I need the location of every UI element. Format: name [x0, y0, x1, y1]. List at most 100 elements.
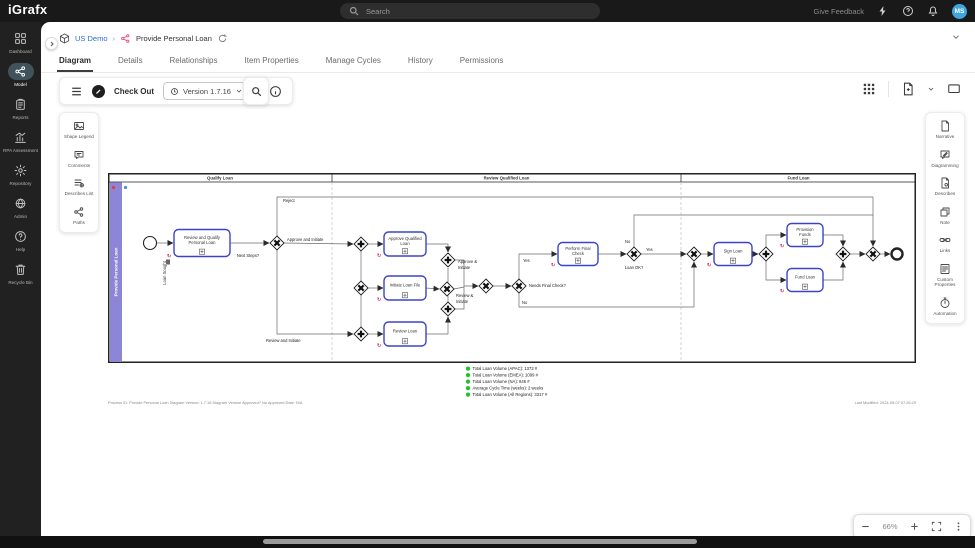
panel-item-shape-legend[interactable]: Shape Legend	[64, 120, 94, 140]
task-indicator-icon: ↻	[377, 253, 381, 259]
breadcrumb-project-link[interactable]: US Demo	[75, 34, 108, 43]
sidebar-item-label: Model	[14, 82, 27, 87]
sidebar-item-dashboard[interactable]: Dashboard	[0, 30, 41, 63]
flow-label: Loan OK?	[625, 265, 644, 270]
help-icon[interactable]	[902, 5, 914, 17]
panel-item-links[interactable]: Links	[939, 234, 951, 254]
zoom-in-button[interactable]	[909, 521, 920, 532]
task-indicator-icon: ↻	[377, 343, 381, 349]
fullscreen-button[interactable]	[931, 521, 942, 532]
give-feedback-link[interactable]: Give Feedback	[814, 7, 864, 16]
panel-item-describes[interactable]: Describes	[935, 177, 955, 197]
panel-item-automation[interactable]: Automation	[933, 297, 957, 317]
flow-label: Next Steps?	[237, 253, 260, 258]
sidebar-item-rpa-assessment[interactable]: RPA Assessment	[0, 129, 41, 162]
panel-item-label: Automation	[933, 310, 957, 316]
user-avatar[interactable]: MS	[952, 3, 967, 19]
reports-icon	[8, 96, 34, 113]
clock-icon	[170, 87, 179, 96]
notifications-bell-icon[interactable]	[927, 5, 939, 17]
end-event[interactable]	[890, 247, 904, 261]
task-label: Initiate Loan File	[390, 283, 421, 288]
legend-dot	[465, 386, 471, 391]
tab-permissions[interactable]: Permissions	[460, 52, 504, 72]
panel-item-label: Describes	[934, 191, 956, 196]
panel-item-label: Describes List	[64, 191, 94, 196]
custom-properties-icon	[939, 263, 951, 275]
diagram-footer-left: Process ID: Provide Personal Loan Diagra…	[108, 400, 303, 405]
legend-entry: Total Loan Volume (APAC): 1372 #	[473, 366, 538, 371]
left-tool-panel: Shape Legend Comments Describes List Paths	[59, 112, 99, 233]
version-history-icon[interactable]	[217, 33, 228, 44]
panel-item-custom-properties[interactable]: Custom Properties	[927, 263, 963, 288]
topbar-actions: Give Feedback MS	[814, 0, 967, 22]
sidebar-item-repository[interactable]: Repository	[0, 162, 41, 195]
start-event[interactable]	[142, 235, 158, 251]
shape-legend-icon	[73, 120, 85, 132]
zoom-out-button[interactable]	[860, 521, 871, 532]
sidebar: Dashboard Model Reports RPA Assessment Repos…	[0, 22, 41, 536]
task-indicator-icon: ↻	[780, 289, 784, 295]
flow-label: Review &	[456, 293, 474, 298]
grid-view-icon[interactable]	[862, 82, 876, 96]
model-icon	[7, 63, 34, 80]
scrollbar-thumb[interactable]	[263, 539, 697, 544]
divider	[888, 81, 889, 97]
sidebar-item-reports[interactable]: Reports	[0, 96, 41, 129]
check-out-button[interactable]: Check Out	[114, 87, 154, 96]
process-diagram-canvas[interactable]: Qualify Loan Review Qualified Loan Fund Lo…	[108, 173, 916, 413]
panel-item-diagramming[interactable]: Diagramming	[931, 149, 959, 169]
sidebar-item-model[interactable]: Model	[0, 63, 41, 96]
flow-label: Yes	[523, 258, 530, 263]
more-options-kebab-icon[interactable]	[953, 521, 964, 532]
panel-item-paths[interactable]: Paths	[73, 206, 85, 226]
swimlane-label: Provide Personal Loan	[114, 247, 119, 296]
tab-item-properties[interactable]: Item Properties	[245, 52, 299, 72]
panel-item-narrative[interactable]: Narrative	[936, 120, 954, 140]
flow-label: Yes	[646, 247, 653, 252]
dashboard-icon	[8, 30, 34, 47]
version-label: Version 1.7.16	[183, 86, 231, 96]
narrative-icon	[939, 120, 951, 132]
export-document-icon[interactable]	[901, 82, 915, 96]
automation-icon	[939, 297, 951, 309]
flash-icon[interactable]	[877, 5, 889, 17]
tab-relationships[interactable]: Relationships	[169, 52, 217, 72]
hamburger-menu-icon[interactable]	[70, 85, 83, 98]
comment-bubble-icon[interactable]	[947, 82, 961, 96]
panel-item-describes-list[interactable]: Describes List	[64, 177, 94, 197]
document-attachment-icon	[166, 259, 170, 265]
phase-header-review-qualified-loan: Review Qualified Loan	[484, 175, 530, 180]
tab-manage-cycles[interactable]: Manage Cycles	[326, 52, 381, 72]
info-icon[interactable]	[269, 85, 282, 98]
flow-label: Initiate	[458, 265, 471, 270]
tab-details[interactable]: Details	[118, 52, 142, 72]
chevron-down-icon[interactable]	[951, 32, 961, 42]
sidebar-item-recycle-bin[interactable]: Recycle Bin	[0, 261, 41, 294]
horizontal-scrollbar[interactable]	[0, 536, 975, 548]
legend-entry: Total Loan Volume (All Regions): 3317 #	[473, 392, 548, 397]
rpa-assessment-icon	[8, 129, 34, 146]
sidebar-item-help[interactable]: Help	[0, 228, 41, 261]
flow-label: Approve &	[458, 259, 477, 264]
diagram-search-button[interactable]	[243, 77, 269, 105]
tab-history[interactable]: History	[408, 52, 433, 72]
note-icon	[939, 206, 951, 218]
sidebar-item-admin[interactable]: Admin	[0, 195, 41, 228]
flow-label: Approve and Initiate	[287, 237, 324, 242]
collapse-panel-button[interactable]	[45, 37, 58, 50]
version-dropdown[interactable]: Version 1.7.16	[163, 82, 250, 100]
breadcrumb-current-item: Provide Personal Loan	[136, 33, 212, 43]
panel-item-note[interactable]: Note	[939, 206, 951, 226]
panel-item-label: Comments	[67, 162, 91, 168]
chevron-down-icon[interactable]	[927, 85, 935, 93]
panel-item-comments[interactable]: Comments	[68, 149, 90, 169]
sidebar-item-label: Repository	[9, 181, 32, 186]
task-label: Personal Loan	[188, 240, 216, 245]
project-cube-icon	[59, 32, 70, 44]
tab-diagram[interactable]: Diagram	[56, 52, 94, 72]
paths-icon	[73, 206, 85, 218]
search-input[interactable]: Search	[340, 3, 600, 19]
help-icon	[8, 228, 34, 245]
zoom-level: 66%	[882, 522, 898, 531]
